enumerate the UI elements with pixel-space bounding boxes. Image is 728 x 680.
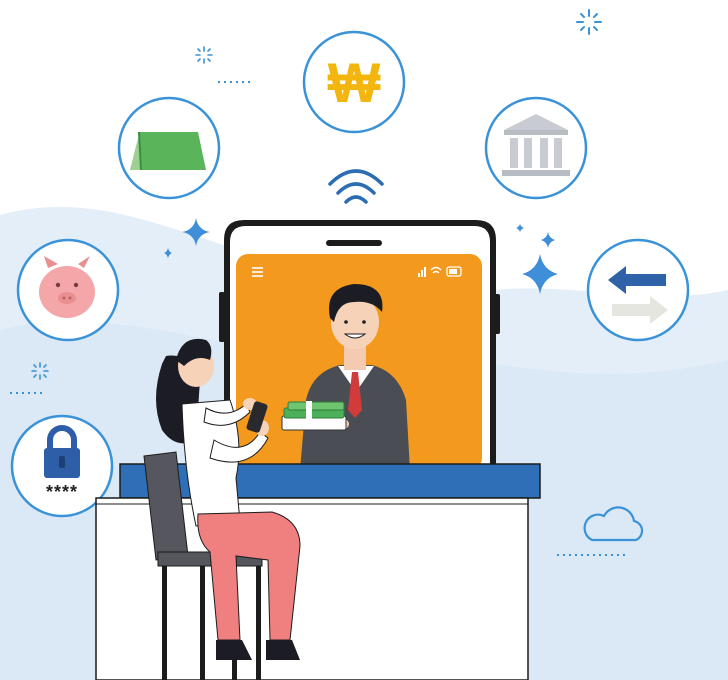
wifi-icon [328,169,384,204]
cash-stack [281,401,347,431]
sparkle-icon [195,46,213,64]
green-card-icon [117,96,221,200]
star-sparkle [541,232,555,248]
piggy-bank-icon [16,238,120,342]
illustration-canvas: ₩ **** [0,9,728,680]
star-sparkle [522,254,558,294]
fintech-banking-illustration: ₩ **** [0,0,728,680]
pin-mask-text: **** [46,482,78,502]
bank-building-icon [484,96,588,200]
transfer-arrows-icon [586,238,690,342]
sparkle-icon [576,9,602,35]
won-symbol: ₩ [328,51,381,114]
star-sparkle [516,224,524,232]
won-coin-icon: ₩ [302,30,406,134]
